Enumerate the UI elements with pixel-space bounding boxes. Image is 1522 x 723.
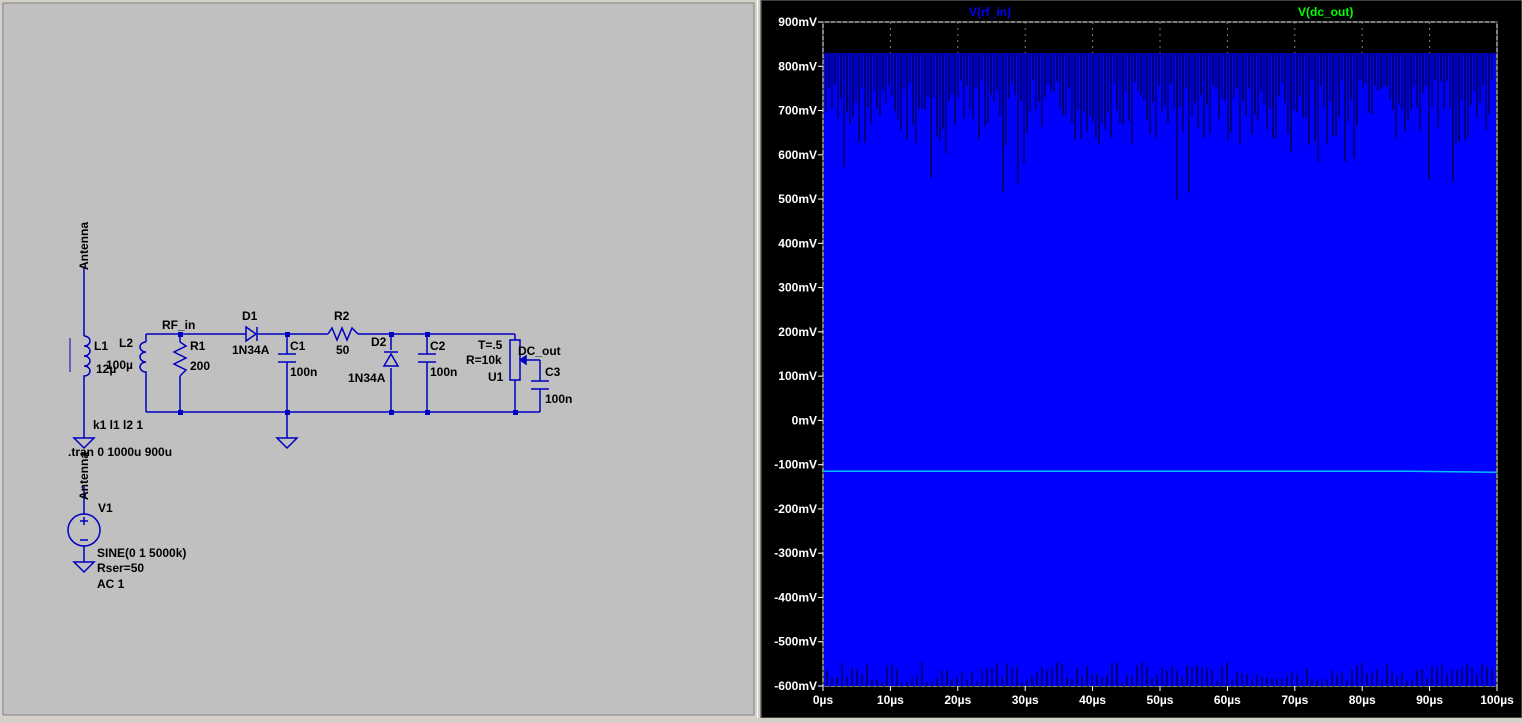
- r2-value: 50: [336, 343, 350, 357]
- v1-value: SINE(0 1 5000k): [97, 546, 186, 560]
- y-tick-label: -600mV: [774, 679, 817, 693]
- x-tick-label: 90µs: [1416, 693, 1443, 707]
- x-tick-label: 0µs: [813, 693, 834, 707]
- waveform-pane[interactable]: 900mV 800mV 700mV 600mV 500mV 400mV 300mV 200mV…: [760, 0, 1522, 719]
- c3-name: C3: [545, 365, 561, 379]
- rf-in-trace: [824, 52, 1496, 686]
- coupling-directive[interactable]: k1 l1 l2 1: [93, 418, 143, 432]
- y-tick-label: 600mV: [778, 148, 817, 162]
- u1-name: U1: [488, 370, 504, 384]
- x-tick-label: 60µs: [1214, 693, 1241, 707]
- x-tick-label: 10µs: [877, 693, 904, 707]
- antenna-label-top: Antenna: [77, 222, 91, 270]
- u1-r-value: R=10k: [466, 353, 502, 367]
- trace-label-rf-in[interactable]: V(rf_in): [969, 5, 1011, 19]
- d2-name: D2: [371, 335, 387, 349]
- net-label-dc-out: DC_out: [518, 344, 561, 358]
- y-tick-label: 300mV: [778, 281, 817, 295]
- c2-value: 100n: [430, 365, 457, 379]
- v1-rser: Rser=50: [97, 561, 144, 575]
- d1-value: 1N34A: [232, 343, 270, 357]
- y-tick-label: -500mV: [774, 635, 817, 649]
- y-tick-label: 100mV: [778, 369, 817, 383]
- rf-in-envelope: [824, 52, 1496, 686]
- x-tick-label: 40µs: [1079, 693, 1106, 707]
- y-tick-label: 0mV: [792, 413, 817, 427]
- l1-name: L1: [94, 339, 108, 353]
- net-label-rf-in: RF_in: [162, 318, 195, 332]
- schematic-pane[interactable]: Antenna Antenna L1 12µ L2 100µ RF_in R1 …: [0, 0, 757, 718]
- r2-name: R2: [334, 309, 350, 323]
- waveform-plot[interactable]: 900mV 800mV 700mV 600mV 500mV 400mV 300mV 200mV…: [760, 0, 1522, 719]
- l2-name: L2: [119, 336, 133, 350]
- v1-name: V1: [98, 501, 113, 515]
- y-tick-label: 500mV: [778, 192, 817, 206]
- x-tick-label: 30µs: [1012, 693, 1039, 707]
- c1-name: C1: [290, 339, 306, 353]
- x-tick-label: 50µs: [1147, 693, 1174, 707]
- r1-value: 200: [190, 359, 210, 373]
- tran-directive[interactable]: .tran 0 1000u 900u: [68, 445, 172, 459]
- d1-name: D1: [242, 309, 258, 323]
- x-tick-label: 20µs: [944, 693, 971, 707]
- y-tick-label: 400mV: [778, 236, 817, 250]
- x-tick-label: 100µs: [1480, 693, 1514, 707]
- y-tick-label: 200mV: [778, 325, 817, 339]
- y-tick-label: 900mV: [778, 15, 817, 29]
- y-tick-label: -300mV: [774, 546, 817, 560]
- y-tick-label: -200mV: [774, 502, 817, 516]
- y-tick-label: 700mV: [778, 104, 817, 118]
- l2-value: 100µ: [106, 358, 133, 372]
- schematic-canvas[interactable]: Antenna Antenna L1 12µ L2 100µ RF_in R1 …: [0, 0, 757, 718]
- trace-label-dc-out[interactable]: V(dc_out): [1298, 5, 1353, 19]
- y-tick-label: 800mV: [778, 59, 817, 73]
- y-tick-label: -100mV: [774, 458, 817, 472]
- y-tick-label: -400mV: [774, 590, 817, 604]
- c3-value: 100n: [545, 392, 572, 406]
- c1-value: 100n: [290, 365, 317, 379]
- r1-name: R1: [190, 339, 206, 353]
- v1-ac: AC 1: [97, 577, 125, 591]
- x-tick-label: 70µs: [1281, 693, 1308, 707]
- x-tick-label: 80µs: [1349, 693, 1376, 707]
- d2-value: 1N34A: [348, 371, 386, 385]
- u1-t-value: T=.5: [478, 338, 503, 352]
- c2-name: C2: [430, 339, 446, 353]
